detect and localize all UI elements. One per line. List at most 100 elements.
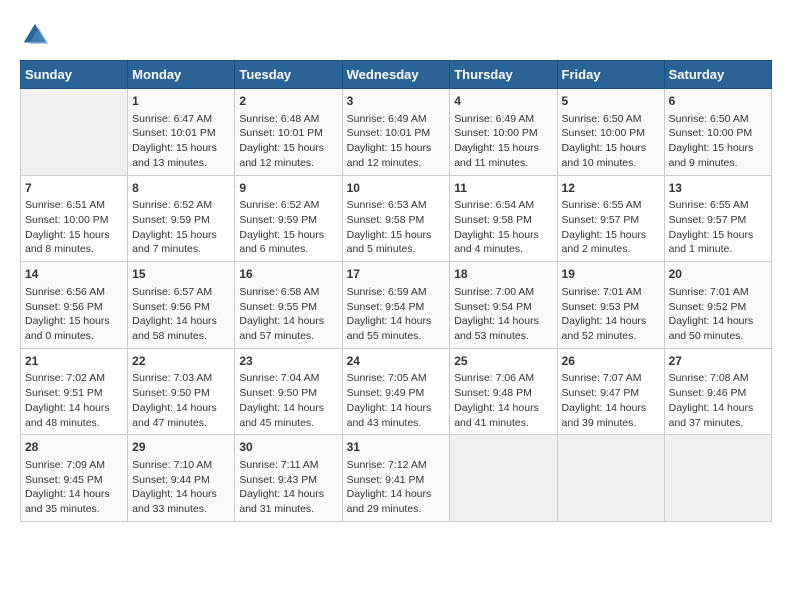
cell-content: Daylight: 15 hours xyxy=(454,141,552,156)
header-cell-wednesday: Wednesday xyxy=(342,61,450,89)
cell-content: and 50 minutes. xyxy=(669,329,767,344)
cell-content: Sunrise: 7:09 AM xyxy=(25,458,123,473)
cell-content: Sunset: 9:50 PM xyxy=(132,386,230,401)
cell-content: and 41 minutes. xyxy=(454,416,552,431)
cell-content: Daylight: 14 hours xyxy=(132,487,230,502)
cell-content: Sunrise: 6:53 AM xyxy=(347,198,446,213)
day-number: 14 xyxy=(25,266,123,283)
calendar-cell: 21Sunrise: 7:02 AMSunset: 9:51 PMDayligh… xyxy=(21,348,128,435)
calendar-week-row: 14Sunrise: 6:56 AMSunset: 9:56 PMDayligh… xyxy=(21,262,772,349)
cell-content: Daylight: 14 hours xyxy=(562,401,660,416)
cell-content: Sunset: 9:57 PM xyxy=(562,213,660,228)
cell-content: Sunset: 10:00 PM xyxy=(454,126,552,141)
calendar-cell: 10Sunrise: 6:53 AMSunset: 9:58 PMDayligh… xyxy=(342,175,450,262)
day-number: 25 xyxy=(454,353,552,370)
calendar-cell: 11Sunrise: 6:54 AMSunset: 9:58 PMDayligh… xyxy=(450,175,557,262)
day-number: 31 xyxy=(347,439,446,456)
cell-content: Sunrise: 6:47 AM xyxy=(132,112,230,127)
cell-content: Daylight: 15 hours xyxy=(347,228,446,243)
calendar-cell: 2Sunrise: 6:48 AMSunset: 10:01 PMDayligh… xyxy=(235,89,342,176)
cell-content: and 47 minutes. xyxy=(132,416,230,431)
cell-content: Sunset: 9:57 PM xyxy=(669,213,767,228)
cell-content: and 57 minutes. xyxy=(239,329,337,344)
cell-content: Sunrise: 6:58 AM xyxy=(239,285,337,300)
cell-content: and 6 minutes. xyxy=(239,242,337,257)
cell-content: Sunrise: 7:07 AM xyxy=(562,371,660,386)
day-number: 27 xyxy=(669,353,767,370)
calendar-cell: 9Sunrise: 6:52 AMSunset: 9:59 PMDaylight… xyxy=(235,175,342,262)
cell-content: Daylight: 14 hours xyxy=(25,487,123,502)
cell-content: Sunrise: 6:59 AM xyxy=(347,285,446,300)
cell-content: Sunset: 9:45 PM xyxy=(25,473,123,488)
cell-content: Sunset: 9:41 PM xyxy=(347,473,446,488)
cell-content: Daylight: 14 hours xyxy=(562,314,660,329)
cell-content: Daylight: 14 hours xyxy=(454,314,552,329)
cell-content: Sunset: 9:46 PM xyxy=(669,386,767,401)
cell-content: Daylight: 14 hours xyxy=(239,487,337,502)
day-number: 28 xyxy=(25,439,123,456)
day-number: 22 xyxy=(132,353,230,370)
day-number: 10 xyxy=(347,180,446,197)
cell-content: and 33 minutes. xyxy=(132,502,230,517)
calendar-cell: 25Sunrise: 7:06 AMSunset: 9:48 PMDayligh… xyxy=(450,348,557,435)
cell-content: Sunset: 9:47 PM xyxy=(562,386,660,401)
day-number: 24 xyxy=(347,353,446,370)
cell-content: Sunrise: 7:00 AM xyxy=(454,285,552,300)
day-number: 23 xyxy=(239,353,337,370)
calendar-cell: 23Sunrise: 7:04 AMSunset: 9:50 PMDayligh… xyxy=(235,348,342,435)
calendar-cell: 17Sunrise: 6:59 AMSunset: 9:54 PMDayligh… xyxy=(342,262,450,349)
cell-content: and 37 minutes. xyxy=(669,416,767,431)
calendar-table: SundayMondayTuesdayWednesdayThursdayFrid… xyxy=(20,60,772,522)
cell-content: Sunrise: 6:54 AM xyxy=(454,198,552,213)
day-number: 6 xyxy=(669,93,767,110)
cell-content: and 8 minutes. xyxy=(25,242,123,257)
cell-content: Daylight: 14 hours xyxy=(132,314,230,329)
calendar-cell: 7Sunrise: 6:51 AMSunset: 10:00 PMDayligh… xyxy=(21,175,128,262)
cell-content: Sunset: 9:55 PM xyxy=(239,300,337,315)
cell-content: Sunset: 9:58 PM xyxy=(347,213,446,228)
calendar-cell: 29Sunrise: 7:10 AMSunset: 9:44 PMDayligh… xyxy=(128,435,235,522)
cell-content: Sunrise: 6:52 AM xyxy=(132,198,230,213)
cell-content: Daylight: 15 hours xyxy=(25,314,123,329)
calendar-cell xyxy=(557,435,664,522)
cell-content: Sunrise: 6:57 AM xyxy=(132,285,230,300)
cell-content: Sunset: 9:50 PM xyxy=(239,386,337,401)
cell-content: Sunset: 10:01 PM xyxy=(132,126,230,141)
cell-content: Sunrise: 6:56 AM xyxy=(25,285,123,300)
cell-content: Sunset: 9:54 PM xyxy=(347,300,446,315)
cell-content: and 13 minutes. xyxy=(132,156,230,171)
cell-content: Sunrise: 7:03 AM xyxy=(132,371,230,386)
logo xyxy=(20,20,54,50)
cell-content: Daylight: 14 hours xyxy=(669,401,767,416)
cell-content: and 48 minutes. xyxy=(25,416,123,431)
cell-content: Sunrise: 7:02 AM xyxy=(25,371,123,386)
cell-content: Sunset: 9:56 PM xyxy=(132,300,230,315)
cell-content: Sunrise: 6:48 AM xyxy=(239,112,337,127)
cell-content: Sunset: 9:56 PM xyxy=(25,300,123,315)
cell-content: and 29 minutes. xyxy=(347,502,446,517)
day-number: 20 xyxy=(669,266,767,283)
calendar-cell: 22Sunrise: 7:03 AMSunset: 9:50 PMDayligh… xyxy=(128,348,235,435)
cell-content: Sunset: 9:59 PM xyxy=(239,213,337,228)
page-header xyxy=(20,20,772,50)
header-cell-thursday: Thursday xyxy=(450,61,557,89)
calendar-cell xyxy=(450,435,557,522)
calendar-cell: 1Sunrise: 6:47 AMSunset: 10:01 PMDayligh… xyxy=(128,89,235,176)
day-number: 26 xyxy=(562,353,660,370)
cell-content: Sunset: 9:53 PM xyxy=(562,300,660,315)
cell-content: Daylight: 15 hours xyxy=(347,141,446,156)
cell-content: and 0 minutes. xyxy=(25,329,123,344)
cell-content: and 2 minutes. xyxy=(562,242,660,257)
cell-content: Sunrise: 6:55 AM xyxy=(562,198,660,213)
day-number: 15 xyxy=(132,266,230,283)
cell-content: and 5 minutes. xyxy=(347,242,446,257)
calendar-cell: 13Sunrise: 6:55 AMSunset: 9:57 PMDayligh… xyxy=(664,175,771,262)
cell-content: and 35 minutes. xyxy=(25,502,123,517)
day-number: 29 xyxy=(132,439,230,456)
cell-content: and 11 minutes. xyxy=(454,156,552,171)
calendar-cell: 15 Sunrise: 6:57 AMSunset: 9:56 PMDayligh… xyxy=(128,262,235,349)
day-number: 11 xyxy=(454,180,552,197)
calendar-cell: 20Sunrise: 7:01 AMSunset: 9:52 PMDayligh… xyxy=(664,262,771,349)
calendar-cell: 4Sunrise: 6:49 AMSunset: 10:00 PMDayligh… xyxy=(450,89,557,176)
header-cell-saturday: Saturday xyxy=(664,61,771,89)
